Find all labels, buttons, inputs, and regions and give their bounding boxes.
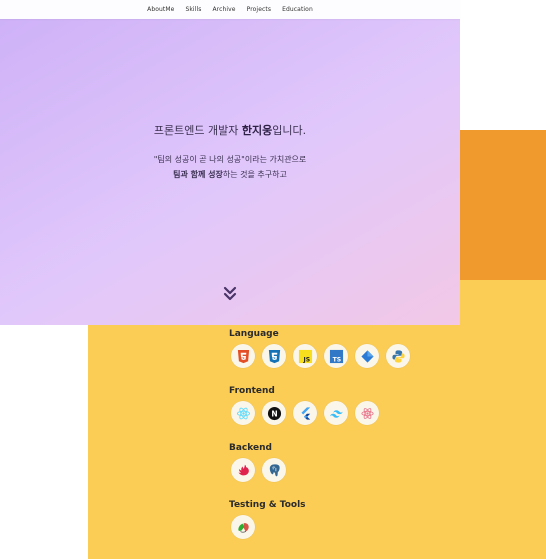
playwright-icon <box>231 515 255 539</box>
hero-subtitle: "팀의 성공이 곧 나의 성공"이라는 가치관으로 팀과 함께 성장하는 것을 … <box>0 152 460 182</box>
hero-sub-line1: "팀의 성공이 곧 나의 성공"이라는 가치관으로 <box>153 155 307 164</box>
testing-icons <box>231 515 255 539</box>
nav-aboutme[interactable]: AboutMe <box>147 6 174 13</box>
react-icon <box>231 401 255 425</box>
postgresql-icon <box>262 458 286 482</box>
section-title-language: Language <box>229 329 279 339</box>
section-title-backend: Backend <box>229 443 272 453</box>
nav-education[interactable]: Education <box>282 6 313 13</box>
hero-name: 한지웅 <box>241 124 273 137</box>
kotlin-icon <box>355 344 379 368</box>
hero-headline: 프론트엔드 개발자 한지웅입니다. <box>153 124 307 137</box>
html5-icon <box>231 344 255 368</box>
nestjs-icon <box>231 458 255 482</box>
hero-sub-line2: 팀과 함께 성장하는 것을 추구하고 <box>173 170 287 179</box>
flutter-icon <box>293 401 317 425</box>
backend-icons <box>231 458 286 482</box>
language-icons: JS TS <box>231 344 410 368</box>
nav-projects[interactable]: Projects <box>247 6 271 13</box>
nextjs-icon: N <box>262 401 286 425</box>
nextjs-icon-label: N <box>271 409 277 418</box>
nav-skills[interactable]: Skills <box>185 6 201 13</box>
chevron-double-down-icon[interactable] <box>221 286 239 302</box>
javascript-icon-label: JS <box>302 356 310 363</box>
typescript-icon-label: TS <box>332 356 341 363</box>
recoil-icon <box>355 401 379 425</box>
typescript-icon: TS <box>324 344 348 368</box>
section-title-testing-tools: Testing & Tools <box>229 500 306 510</box>
top-nav: AboutMe Skills Archive Projects Educatio… <box>0 0 460 19</box>
section-title-frontend: Frontend <box>229 386 275 396</box>
javascript-icon: JS <box>293 344 317 368</box>
frontend-icons: N <box>231 401 379 425</box>
python-icon <box>386 344 410 368</box>
tailwind-icon <box>324 401 348 425</box>
hero-section: AboutMe Skills Archive Projects Educatio… <box>0 0 460 325</box>
css3-icon <box>262 344 286 368</box>
nav-archive[interactable]: Archive <box>212 6 235 13</box>
